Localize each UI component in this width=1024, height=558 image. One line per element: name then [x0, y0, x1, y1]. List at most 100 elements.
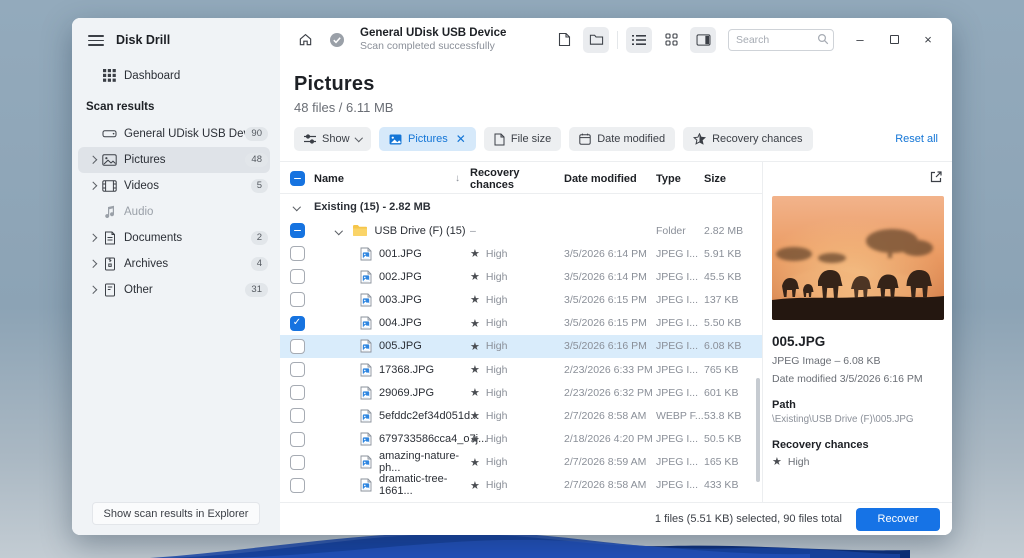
column-recovery-chances[interactable]: Recovery chances	[470, 167, 564, 191]
list-view-button[interactable]	[626, 27, 652, 53]
sort-direction-icon[interactable]: ↓	[455, 173, 460, 184]
reset-all-link[interactable]: Reset all	[895, 133, 938, 145]
date-modified-filter-button[interactable]: Date modified	[569, 127, 675, 151]
star-icon: ★	[772, 455, 782, 468]
star-icon: ★	[470, 317, 480, 330]
jpeg-file-icon	[360, 386, 372, 400]
row-checkbox[interactable]	[290, 269, 305, 284]
chevron-down-icon[interactable]	[293, 203, 301, 211]
image-icon	[102, 152, 117, 167]
file-size-filter-button[interactable]: File size	[484, 127, 561, 151]
recovery-chance: High	[486, 271, 508, 283]
hamburger-menu-icon[interactable]	[88, 32, 104, 49]
recovery-chance: High	[486, 317, 508, 329]
star-icon: ★	[470, 433, 480, 446]
chevron-right-icon[interactable]	[89, 286, 97, 294]
status-bar: 1 files (5.51 KB) selected, 90 files tot…	[280, 502, 952, 535]
show-in-explorer-button[interactable]: Show scan results in Explorer	[92, 502, 260, 525]
row-checkbox[interactable]	[290, 316, 305, 331]
table-row[interactable]: dramatic-tree-1661...★High2/7/2026 8:58 …	[280, 474, 762, 497]
recovery-chance: High	[486, 340, 508, 352]
table-row[interactable]: 001.JPG★High3/5/2026 6:14 PMJPEG I...5.9…	[280, 242, 762, 265]
column-date-modified[interactable]: Date modified	[564, 173, 656, 185]
file-type: WEBP F...	[656, 410, 704, 422]
sidebar-item-other[interactable]: Other31	[78, 277, 270, 303]
table-row[interactable]: 004.JPG★High3/5/2026 6:15 PMJPEG I...5.5…	[280, 312, 762, 335]
recover-button[interactable]: Recover	[856, 508, 940, 531]
close-button[interactable]: ×	[914, 27, 942, 53]
sidebar-item-general-udisk-usb-device[interactable]: General UDisk USB Device90	[78, 121, 270, 147]
remove-filter-icon[interactable]: ✕	[456, 132, 466, 146]
table-row[interactable]: 5efddc2ef34d051d...★High2/7/2026 8:58 AM…	[280, 404, 762, 427]
star-icon: ★	[470, 270, 480, 283]
maximize-button[interactable]	[880, 27, 908, 53]
column-size[interactable]: Size	[704, 173, 762, 185]
chevron-right-icon[interactable]	[89, 182, 97, 190]
jpeg-file-icon	[360, 478, 372, 492]
preview-panel-toggle-button[interactable]	[690, 27, 716, 53]
sidebar-item-videos[interactable]: Videos5	[78, 173, 270, 199]
row-checkbox[interactable]	[290, 385, 305, 400]
table-row[interactable]: 005.JPG★High3/5/2026 6:16 PMJPEG I...6.0…	[280, 335, 762, 358]
table-row[interactable]: 679733586cca4_o7j...★High2/18/2026 4:20 …	[280, 428, 762, 451]
open-folder-button[interactable]	[583, 27, 609, 53]
row-checkbox[interactable]	[290, 362, 305, 377]
show-filter-button[interactable]: Show	[294, 127, 371, 151]
file-name: 5efddc2ef34d051d...	[379, 410, 479, 422]
chevron-right-icon[interactable]	[89, 260, 97, 268]
date-modified: 2/7/2026 8:58 AM	[564, 410, 656, 422]
recovery-value: High	[788, 456, 810, 468]
top-toolbar: General UDisk USB Device Scan completed …	[280, 18, 952, 61]
chevron-down-icon[interactable]	[335, 227, 343, 235]
table-row[interactable]: 003.JPG★High3/5/2026 6:15 PMJPEG I...137…	[280, 288, 762, 311]
chevron-down-icon	[354, 134, 362, 142]
column-name[interactable]: Name	[314, 173, 344, 185]
device-title: General UDisk USB Device	[360, 26, 506, 40]
minimize-button[interactable]: –	[846, 27, 874, 53]
results-table: Name ↓ Recovery chances Date modified Ty…	[280, 162, 762, 502]
group-row-existing[interactable]: Existing (15) - 2.82 MB	[280, 194, 762, 219]
table-scrollbar[interactable]	[756, 378, 760, 482]
row-checkbox[interactable]	[290, 478, 305, 493]
document-icon	[102, 230, 117, 245]
folder-row[interactable]: USB Drive (F) (15) – Folder 2.82 MB	[280, 219, 762, 242]
count-badge: 48	[245, 153, 268, 167]
home-button[interactable]	[292, 27, 318, 53]
recovery-chance: High	[486, 387, 508, 399]
folder-checkbox[interactable]	[290, 223, 305, 238]
column-type[interactable]: Type	[656, 173, 704, 185]
file-type: JPEG I...	[656, 317, 704, 329]
sidebar-item-archives[interactable]: Archives4	[78, 251, 270, 277]
file-size: 53.8 KB	[704, 410, 762, 422]
file-icon	[494, 133, 505, 146]
sidebar-item-documents[interactable]: Documents2	[78, 225, 270, 251]
jpeg-file-icon	[360, 270, 372, 284]
table-row[interactable]: amazing-nature-ph...★High2/7/2026 8:59 A…	[280, 451, 762, 474]
path-label: Path	[772, 399, 943, 411]
folder-type: Folder	[656, 225, 704, 237]
recovery-chances-filter-button[interactable]: Recovery chances	[683, 127, 813, 151]
row-checkbox[interactable]	[290, 339, 305, 354]
select-all-checkbox[interactable]	[290, 171, 305, 186]
file-size: 433 KB	[704, 479, 762, 491]
table-row[interactable]: 002.JPG★High3/5/2026 6:14 PMJPEG I...45.…	[280, 265, 762, 288]
row-checkbox[interactable]	[290, 432, 305, 447]
table-row[interactable]: 29069.JPG★High2/23/2026 6:32 PMJPEG I...…	[280, 381, 762, 404]
row-checkbox[interactable]	[290, 246, 305, 261]
pictures-filter-chip[interactable]: Pictures ✕	[379, 127, 476, 151]
recovery-chance: High	[486, 248, 508, 260]
row-checkbox[interactable]	[290, 455, 305, 470]
row-checkbox[interactable]	[290, 292, 305, 307]
open-preview-icon[interactable]	[929, 170, 943, 190]
new-file-button[interactable]	[551, 27, 577, 53]
chevron-right-icon[interactable]	[89, 156, 97, 164]
sidebar-item-audio[interactable]: Audio	[78, 199, 270, 225]
sidebar-item-dashboard[interactable]: Dashboard	[78, 63, 270, 89]
row-checkbox[interactable]	[290, 408, 305, 423]
preview-panel: 005.JPG JPEG Image – 6.08 KB Date modifi…	[762, 162, 952, 502]
grid-view-button[interactable]	[658, 27, 684, 53]
table-row[interactable]: 17368.JPG★High2/23/2026 6:33 PMJPEG I...…	[280, 358, 762, 381]
sidebar-item-pictures[interactable]: Pictures48	[78, 147, 270, 173]
chevron-right-icon[interactable]	[89, 234, 97, 242]
file-type: JPEG I...	[656, 479, 704, 491]
